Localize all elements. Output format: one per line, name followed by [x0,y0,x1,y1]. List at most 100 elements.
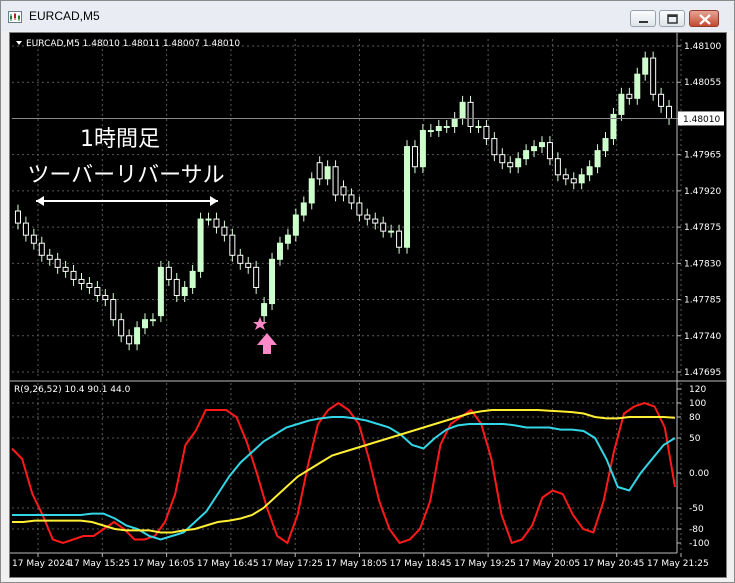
candle[interactable] [205,218,212,221]
candle[interactable] [475,125,482,128]
close-button[interactable] [689,10,719,27]
candle[interactable] [419,130,426,168]
candle[interactable] [443,125,450,128]
candle[interactable] [269,258,276,305]
candle[interactable] [388,230,395,233]
candle[interactable] [126,335,133,345]
candle[interactable] [570,178,577,184]
candle[interactable] [380,222,387,232]
time-axis-label: 17 May 18:05 [326,559,388,569]
candle[interactable] [78,278,85,284]
candle[interactable] [404,146,411,248]
candle[interactable] [554,158,561,176]
price-axis-label: 1.47695 [684,368,721,378]
price-axis-label: 1.47875 [684,223,721,233]
candle[interactable] [372,218,379,224]
minimize-button[interactable] [630,10,656,27]
price-axis-label: 1.47785 [684,296,721,306]
candle[interactable] [30,234,37,244]
candle[interactable] [467,101,474,127]
candle[interactable] [499,154,506,164]
signal-star-icon[interactable] [253,317,267,330]
candle[interactable] [237,254,244,264]
candle[interactable] [435,125,442,132]
dropdown-arrow-icon[interactable] [16,41,22,45]
candle[interactable] [22,222,29,236]
candle[interactable] [229,234,236,256]
candle[interactable] [356,202,363,216]
candle[interactable] [642,57,649,75]
candle[interactable] [38,242,45,256]
candle[interactable] [523,150,530,160]
candle[interactable] [626,93,633,99]
candle[interactable] [54,258,61,268]
time-axis-label: 17 May 15:25 [68,559,130,569]
candle[interactable] [507,162,514,168]
price-axis-label: 1.48100 [684,42,721,52]
candle[interactable] [276,242,283,260]
candle[interactable] [340,186,347,196]
candle[interactable] [578,174,585,184]
candle[interactable] [650,57,657,95]
maximize-button[interactable] [659,10,685,27]
price-chart-svg[interactable]: 1.48100 1.48055 1.47965 1.47920 1.47875 1.478… [10,33,726,577]
candle[interactable] [538,142,545,148]
candle[interactable] [102,295,109,301]
candle[interactable] [364,214,371,220]
candle[interactable] [142,319,149,329]
candle[interactable] [14,210,21,224]
candle[interactable] [483,125,490,140]
indicator-series-line[interactable] [12,416,676,541]
candle[interactable] [165,266,172,280]
candle[interactable] [308,178,315,204]
candle[interactable] [253,266,260,288]
candle[interactable] [149,319,156,322]
candle[interactable] [594,150,601,168]
candle[interactable] [562,174,569,180]
candle[interactable] [411,146,418,168]
candle[interactable] [602,138,609,152]
candle[interactable] [110,299,117,321]
candle[interactable] [86,282,93,288]
candle[interactable] [618,93,625,115]
candle[interactable] [658,93,665,107]
candle[interactable] [324,166,331,180]
title-bar[interactable]: EURCAD,M5 [1,1,734,31]
candle[interactable] [459,101,466,119]
candle[interactable] [292,214,299,236]
indicator-series-line[interactable] [12,409,676,534]
candle[interactable] [284,234,291,244]
candle[interactable] [62,266,69,272]
candle[interactable] [46,254,53,260]
candle[interactable] [213,218,220,228]
candle[interactable] [348,194,355,204]
chart-window-icon [8,11,22,23]
candle[interactable] [245,262,252,268]
candle[interactable] [634,73,641,99]
candle[interactable] [118,319,125,337]
candle[interactable] [316,162,323,180]
candle[interactable] [515,158,522,168]
indicator-axis-label: -100 [689,539,710,549]
candle[interactable] [666,105,673,119]
candle[interactable] [221,226,228,236]
candle[interactable] [300,202,307,216]
candle[interactable] [332,166,339,196]
candle[interactable] [427,130,434,133]
candle[interactable] [94,286,101,297]
candle[interactable] [261,303,268,317]
candle[interactable] [491,138,498,156]
candle[interactable] [586,166,593,176]
candle[interactable] [189,270,196,288]
candle[interactable] [181,286,188,297]
candle[interactable] [451,117,458,127]
candle[interactable] [396,230,403,248]
candle[interactable] [546,142,553,160]
candle[interactable] [531,146,538,152]
candle[interactable] [157,266,164,317]
chart-area[interactable]: 1.48100 1.48055 1.47965 1.47920 1.47875 1.478… [10,33,726,577]
candle[interactable] [70,270,77,280]
candle[interactable] [197,218,204,272]
candle[interactable] [134,327,141,345]
candle[interactable] [173,278,180,297]
